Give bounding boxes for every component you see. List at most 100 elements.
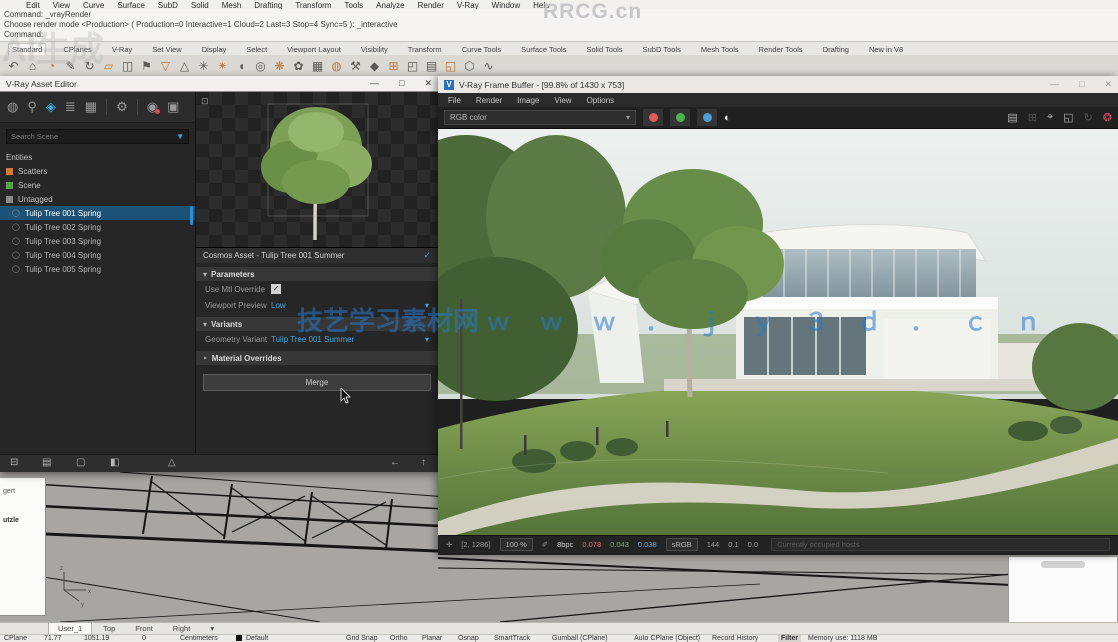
toolbar-icon-13[interactable]: ◖ bbox=[232, 56, 251, 76]
green-channel-button[interactable] bbox=[670, 109, 690, 126]
copy-image-icon[interactable]: ⊞ bbox=[1028, 111, 1037, 124]
viewport-tab-top[interactable]: Top bbox=[94, 624, 124, 634]
toggle-auto-cplane[interactable]: Auto CPlane (Object) bbox=[634, 635, 700, 642]
toolbar-icon-15[interactable]: ❋ bbox=[270, 56, 289, 76]
rotate-icon[interactable]: ↻ bbox=[1084, 111, 1093, 124]
asset-editor-titlebar[interactable]: V-Ray Asset Editor — □ ✕ bbox=[0, 76, 438, 92]
toolbar-icon-18[interactable]: ◍ bbox=[327, 56, 346, 76]
viewport-preview-value[interactable]: Low bbox=[271, 301, 286, 310]
toolbar-icon-08[interactable]: ⚑ bbox=[137, 56, 156, 76]
vfb-titlebar[interactable]: V V-Ray Frame Buffer - [99.8% of 1430 x … bbox=[438, 76, 1118, 93]
menu-item[interactable]: Window bbox=[492, 0, 520, 9]
close-icon[interactable]: ✕ bbox=[1104, 79, 1112, 90]
tab-curve-tools[interactable]: Curve Tools bbox=[459, 44, 504, 55]
save-image-icon[interactable]: ▤ bbox=[1007, 111, 1017, 124]
section-parameters[interactable]: ▾ Parameters bbox=[196, 267, 438, 281]
lights-icon[interactable]: ⚲ bbox=[27, 99, 37, 115]
materials-icon[interactable]: ◍ bbox=[7, 99, 18, 115]
tab-standard[interactable]: Standard bbox=[8, 43, 46, 55]
filter-icon[interactable]: ▼ bbox=[176, 132, 184, 141]
menu-item[interactable]: Render bbox=[418, 0, 444, 9]
menu-item[interactable]: V-Ray bbox=[457, 0, 479, 9]
color-picker-icon[interactable]: ✐ bbox=[542, 540, 548, 549]
toolbar-icon-01[interactable]: ↶ bbox=[4, 56, 23, 76]
background-window[interactable] bbox=[1008, 556, 1118, 628]
menu-item[interactable]: Help bbox=[533, 0, 549, 9]
asset-list-item[interactable]: ◯ Tulip Tree 005 Spring bbox=[0, 262, 195, 276]
channel-select[interactable]: RGB color ▾ bbox=[444, 110, 636, 125]
blue-channel-button[interactable] bbox=[697, 109, 717, 126]
outliner-group-scene[interactable]: Scene bbox=[0, 178, 195, 192]
frame-icon[interactable]: ▢ bbox=[76, 457, 85, 468]
toolbar-icon-12[interactable]: ✴ bbox=[213, 56, 232, 76]
viewport-tab-right[interactable]: Right bbox=[164, 624, 200, 634]
enabled-check-icon[interactable]: ✓ bbox=[423, 250, 431, 261]
minimize-icon[interactable]: — bbox=[1050, 79, 1059, 90]
toolbar-icon-17[interactable]: ▦ bbox=[308, 56, 327, 76]
vfb-menu-view[interactable]: View bbox=[554, 96, 571, 105]
zoom-level[interactable]: 100 % bbox=[500, 538, 533, 551]
menu-item[interactable]: Mesh bbox=[222, 0, 242, 9]
toggle-grid-snap[interactable]: Grid Snap bbox=[346, 635, 378, 642]
back-arrow-icon[interactable]: ← bbox=[390, 457, 400, 468]
toggle-record-history[interactable]: Record History bbox=[712, 635, 758, 642]
viewport-tab-front[interactable]: Front bbox=[126, 624, 162, 634]
tab-viewport-layout[interactable]: Viewport Layout bbox=[284, 44, 344, 55]
toolbar-icon-04[interactable]: ✎ bbox=[61, 56, 80, 76]
search-input[interactable]: Search Scene ▼ bbox=[6, 129, 189, 144]
toggle-filter[interactable]: Filter bbox=[778, 635, 801, 642]
vray-red-icon[interactable]: ❂ bbox=[1103, 111, 1112, 124]
display-correction-select[interactable]: sRGB bbox=[666, 538, 698, 551]
current-layer[interactable]: Default bbox=[246, 635, 268, 642]
section-variants[interactable]: ▾ Variants bbox=[196, 317, 438, 331]
toolbar-icon-03[interactable]: ◔ bbox=[42, 56, 61, 76]
asset-list-item[interactable]: ◯ Tulip Tree 002 Spring bbox=[0, 220, 195, 234]
render-with-vray-icon[interactable]: ◉ bbox=[147, 99, 158, 115]
toolbar-icon-26[interactable]: ∿ bbox=[479, 56, 498, 76]
zoom-region-icon[interactable]: ◱ bbox=[1063, 111, 1073, 124]
textures-icon[interactable]: ▦ bbox=[85, 99, 97, 115]
tab-visibility[interactable]: Visibility bbox=[358, 44, 391, 55]
frame-buffer-icon[interactable]: ▣ bbox=[167, 99, 179, 115]
toolbar-icon-05[interactable]: ↻ bbox=[80, 56, 99, 76]
asset-list-item[interactable]: ◯ Tulip Tree 003 Spring bbox=[0, 234, 195, 248]
preview-options-icon[interactable]: ⊡ bbox=[201, 96, 209, 107]
tab-mesh-tools[interactable]: Mesh Tools bbox=[698, 44, 742, 55]
tab-transform[interactable]: Transform bbox=[405, 44, 445, 55]
toolbar-icon-14[interactable]: ◎ bbox=[251, 56, 270, 76]
menu-item[interactable]: Drafting bbox=[254, 0, 282, 9]
asset-list-item[interactable]: ◯ Tulip Tree 001 Spring bbox=[0, 206, 195, 220]
menu-item[interactable]: Edit bbox=[26, 0, 40, 9]
tab-display[interactable]: Display bbox=[199, 44, 230, 55]
outliner-group-untagged[interactable]: Untagged bbox=[0, 192, 195, 206]
menu-item[interactable]: Tools bbox=[344, 0, 363, 9]
close-icon[interactable]: ✕ bbox=[424, 78, 432, 89]
tab-cplanes[interactable]: CPlanes bbox=[60, 44, 94, 55]
layer-color-swatch[interactable] bbox=[236, 635, 242, 641]
tab-drafting[interactable]: Drafting bbox=[820, 44, 852, 55]
toolbar-icon-11[interactable]: ✳ bbox=[194, 56, 213, 76]
tab-select[interactable]: Select bbox=[243, 44, 270, 55]
menu-item[interactable]: Analyze bbox=[376, 0, 404, 9]
toolbar-icon-10[interactable]: △ bbox=[175, 56, 194, 76]
minimize-icon[interactable]: — bbox=[370, 78, 379, 89]
maximize-icon[interactable]: □ bbox=[1079, 79, 1084, 90]
settings-gear-icon[interactable]: ⚙ bbox=[116, 99, 128, 115]
toolbar-icon-20[interactable]: ◆ bbox=[365, 56, 384, 76]
menu-item[interactable]: View bbox=[53, 0, 70, 9]
tab-solid-tools[interactable]: Solid Tools bbox=[583, 44, 625, 55]
tab-surface-tools[interactable]: Surface Tools bbox=[518, 44, 569, 55]
menu-item[interactable]: SubD bbox=[158, 0, 178, 9]
section-material-overrides[interactable]: ‣ Material Overrides bbox=[196, 351, 438, 365]
tab-subd-tools[interactable]: SubD Tools bbox=[640, 44, 684, 55]
toolbar-icon-19[interactable]: ⚒ bbox=[346, 56, 365, 76]
command-prompt[interactable]: Command: bbox=[4, 30, 1118, 40]
toggle-osnap[interactable]: Osnap bbox=[458, 635, 479, 642]
outliner-root[interactable]: Entities bbox=[0, 150, 195, 164]
outliner-group-scatters[interactable]: Scatters bbox=[0, 164, 195, 178]
toolbar-icon-21[interactable]: ⊞ bbox=[384, 56, 403, 76]
tab-vray[interactable]: V-Ray bbox=[109, 44, 135, 55]
region-render-icon[interactable]: ⌖ bbox=[1047, 111, 1053, 124]
toolbar-icon-22[interactable]: ◰ bbox=[403, 56, 422, 76]
grid-view-icon[interactable]: ⊟ bbox=[10, 457, 18, 468]
